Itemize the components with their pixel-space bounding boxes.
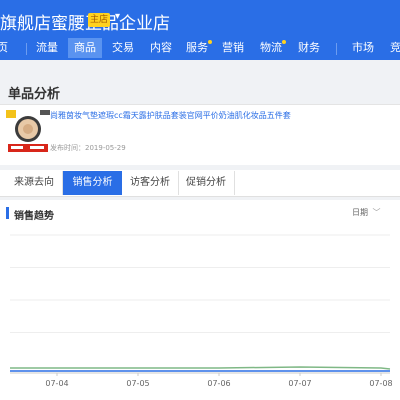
shop-name[interactable]: 旗舰店蜜腰正品企业店 bbox=[0, 9, 170, 34]
shop-badge: 主店 bbox=[88, 13, 110, 27]
main-nav: 首页 流量 商品 交易 内容 服务 营销 物流 财务 市场 竞争 bbox=[0, 35, 400, 60]
nav-item-content[interactable]: 内容 bbox=[150, 38, 172, 58]
nav-item-finance[interactable]: 财务 bbox=[298, 38, 320, 58]
nav-item-logistics[interactable]: 物流 bbox=[260, 38, 282, 58]
nav-item-marketing[interactable]: 营销 bbox=[222, 38, 244, 58]
nav-divider bbox=[336, 43, 337, 55]
nav-item-home[interactable]: 首页 bbox=[0, 38, 8, 58]
series-line-0 bbox=[10, 366, 391, 370]
date-range-label: 日期 bbox=[352, 208, 368, 217]
publish-date: 发布时间：2019-05-29 bbox=[50, 144, 126, 152]
date-range-select[interactable]: 日期 ﹀ bbox=[352, 207, 381, 218]
tab-visitors[interactable]: 访客分析 bbox=[122, 171, 179, 195]
nav-divider bbox=[26, 43, 27, 55]
section-title: 销售趋势 bbox=[14, 211, 54, 222]
section-marker bbox=[6, 207, 9, 219]
nav-item-market[interactable]: 市场 bbox=[352, 38, 374, 58]
chevron-down-icon: ﹀ bbox=[372, 208, 381, 217]
nav-item-service[interactable]: 服务 bbox=[186, 38, 208, 58]
tab-source[interactable]: 来源去向 bbox=[6, 171, 63, 195]
tab-sales[interactable]: 销售分析 bbox=[63, 171, 122, 195]
nav-item-goods[interactable]: 商品 bbox=[68, 38, 102, 58]
nav-item-traffic[interactable]: 流量 bbox=[36, 38, 58, 58]
x-tick-label: 07-06 bbox=[207, 379, 230, 388]
x-tick-label: 07-07 bbox=[288, 379, 311, 388]
nav-item-trade[interactable]: 交易 bbox=[112, 38, 134, 58]
product-thumbnail[interactable] bbox=[6, 108, 52, 154]
x-tick-label: 07-08 bbox=[369, 379, 392, 388]
page-title: 单品分析 bbox=[8, 87, 61, 102]
notification-dot bbox=[208, 40, 212, 44]
shop-dropdown-icon[interactable]: ▾ bbox=[115, 11, 120, 22]
notification-dot bbox=[282, 40, 286, 44]
nav-item-competition[interactable]: 竞争 bbox=[390, 38, 400, 58]
x-tick-label: 07-05 bbox=[126, 379, 149, 388]
tab-promotion[interactable]: 促销分析 bbox=[178, 171, 235, 195]
product-title-link[interactable]: 尚雅茵妆气垫遮瑕cc霜天露护肤品套装官网平价奶油肌化妆品五件套 bbox=[50, 110, 291, 121]
x-tick-label: 07-04 bbox=[45, 379, 68, 388]
sales-trend-chart: 07-04 07-05 07-06 07-07 07-08 bbox=[10, 234, 393, 388]
